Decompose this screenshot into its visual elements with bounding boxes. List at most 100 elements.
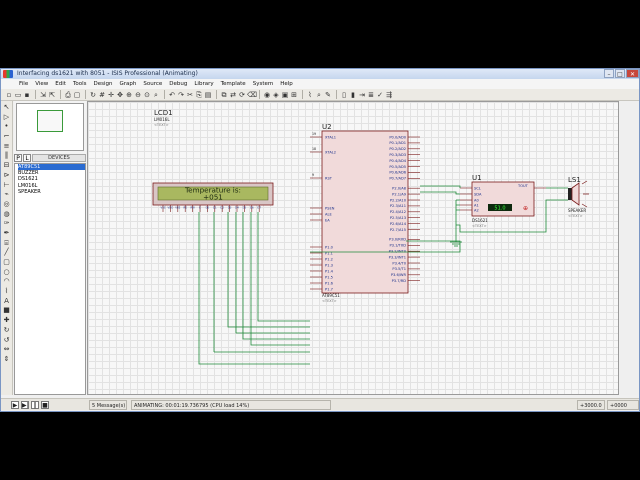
- junction-icon[interactable]: •: [3, 122, 11, 131]
- menu-tools[interactable]: Tools: [73, 79, 87, 89]
- remove-sheet-icon[interactable]: ▮: [349, 91, 357, 99]
- schematic-canvas[interactable]: LCD1 LM016L <TEXT> Temperature is: +051 …: [87, 101, 619, 395]
- wire-label-icon[interactable]: ⌐: [3, 132, 11, 141]
- ds1621-component[interactable]: U1 SCL SDA A0A1A2 TOUT 51.0 ⊕ DS1621 <TEXT…: [460, 174, 546, 228]
- origin-icon[interactable]: ✛: [107, 91, 115, 99]
- device-pins-icon[interactable]: ⊢: [3, 181, 11, 190]
- cut-icon[interactable]: ✂: [186, 91, 194, 99]
- wire-autorouter-icon[interactable]: ⌇: [306, 91, 314, 99]
- block-move-icon[interactable]: ⇄: [229, 91, 237, 99]
- menu-help[interactable]: Help: [280, 79, 293, 89]
- make-device-icon[interactable]: ◈: [272, 91, 280, 99]
- pick-devices-button[interactable]: P: [14, 153, 22, 162]
- lcd-component[interactable]: LCD1 LM016L <TEXT> Temperature is: +051 …: [152, 109, 274, 212]
- device-item[interactable]: SPEAKER: [18, 189, 85, 195]
- new-file-icon[interactable]: ▫: [5, 91, 13, 99]
- rotate-ccw-icon[interactable]: ↺: [3, 336, 11, 345]
- new-sheet-icon[interactable]: ▯: [340, 91, 348, 99]
- voltage-probe-icon[interactable]: ✑: [3, 219, 11, 228]
- grid-icon[interactable]: #: [98, 91, 106, 99]
- menu-file[interactable]: File: [19, 79, 28, 89]
- selection-mode-icon[interactable]: ↖: [3, 103, 11, 112]
- block-copy-icon[interactable]: ⧉: [220, 91, 228, 99]
- buses-icon[interactable]: ‖: [3, 151, 11, 160]
- goto-sheet-icon[interactable]: ⇥: [358, 91, 366, 99]
- text-script-icon[interactable]: ≡: [3, 142, 11, 151]
- menu-design[interactable]: Design: [94, 79, 113, 89]
- current-probe-icon[interactable]: ✒: [3, 229, 11, 238]
- message-count[interactable]: 5 Message(s): [89, 400, 127, 410]
- rotate-cw-icon[interactable]: ↻: [3, 326, 11, 335]
- packaging-icon[interactable]: ▣: [281, 91, 289, 99]
- component-mode-icon[interactable]: ▷: [3, 113, 11, 122]
- undo-icon[interactable]: ↶: [168, 91, 176, 99]
- line-icon[interactable]: ╱: [3, 248, 11, 257]
- bill-of-materials-icon[interactable]: ≣: [367, 91, 375, 99]
- zoom-out-icon[interactable]: ⊖: [134, 91, 142, 99]
- menu-library[interactable]: Library: [194, 79, 213, 89]
- overview-view-frame[interactable]: [37, 110, 63, 132]
- step-button-icon[interactable]: ▶|: [21, 401, 29, 409]
- menu-view[interactable]: View: [35, 79, 48, 89]
- import-icon[interactable]: ⇲: [39, 91, 47, 99]
- block-delete-icon[interactable]: ⌫: [247, 91, 257, 99]
- tape-recorder-icon[interactable]: ◎: [3, 200, 11, 209]
- export-icon[interactable]: ⇱: [48, 91, 56, 99]
- maximize-button[interactable]: □: [615, 69, 625, 78]
- library-manager-button[interactable]: L: [23, 153, 31, 162]
- box-icon[interactable]: ▢: [3, 258, 11, 267]
- property-tool-icon[interactable]: ✎: [324, 91, 332, 99]
- save-icon[interactable]: ▪: [23, 91, 31, 99]
- subcircuit-icon[interactable]: ⊟: [3, 161, 11, 170]
- wire: [420, 185, 461, 188]
- erc-icon[interactable]: ✓: [376, 91, 384, 99]
- virtual-instruments-icon[interactable]: ⌸: [3, 239, 11, 248]
- menu-source[interactable]: Source: [143, 79, 162, 89]
- overview-window[interactable]: [16, 103, 84, 151]
- pan-icon[interactable]: ✥: [116, 91, 124, 99]
- arc-icon[interactable]: ◠: [3, 277, 11, 286]
- mirror-y-icon[interactable]: ⇕: [3, 355, 11, 364]
- print-icon[interactable]: ⎙: [64, 91, 72, 99]
- pause-button-icon[interactable]: ‖: [31, 401, 39, 409]
- generator-icon[interactable]: ◍: [3, 210, 11, 219]
- schematic-svg: LCD1 LM016L <TEXT> Temperature is: +051 …: [152, 109, 589, 365]
- mcu-pin-label: PSEN: [325, 206, 335, 210]
- play-button-icon[interactable]: ▶: [11, 401, 19, 409]
- sensor-adjust-button[interactable]: ⊕: [523, 205, 528, 212]
- redraw-icon[interactable]: ↻: [89, 91, 97, 99]
- zoom-area-icon[interactable]: ⌕: [152, 91, 160, 99]
- print-area-icon[interactable]: ▢: [73, 91, 81, 99]
- paste-icon[interactable]: ▤: [204, 91, 212, 99]
- mcu-pin-label: P1.5: [325, 275, 333, 279]
- mcu-component[interactable]: U2 XTAL1XTAL2RSTPSENALEEAP1.0P1.1P1.2P1.…: [310, 123, 420, 303]
- circle-icon[interactable]: ○: [3, 268, 11, 277]
- zoom-in-icon[interactable]: ⊕: [125, 91, 133, 99]
- close-button[interactable]: ✕: [626, 69, 639, 78]
- pick-device-icon[interactable]: ◉: [263, 91, 271, 99]
- mcu-pin-label: P0.7/AD7: [389, 177, 406, 181]
- decompose-icon[interactable]: ⊞: [290, 91, 298, 99]
- search-icon[interactable]: ⌕: [315, 91, 323, 99]
- menu-system[interactable]: System: [253, 79, 274, 89]
- graph-icon[interactable]: ⌁: [3, 190, 11, 199]
- redo-icon[interactable]: ↷: [177, 91, 185, 99]
- minimize-button[interactable]: –: [604, 69, 614, 78]
- block-rotate-icon[interactable]: ⟳: [238, 91, 246, 99]
- zoom-all-icon[interactable]: ⊙: [143, 91, 151, 99]
- path-icon[interactable]: ⌇: [3, 287, 11, 296]
- open-folder-icon[interactable]: ▭: [14, 91, 22, 99]
- netlist-to-ares-icon[interactable]: ⇶: [385, 91, 393, 99]
- copy-icon[interactable]: ⎘: [195, 91, 203, 99]
- terminals-icon[interactable]: ⊳: [3, 171, 11, 180]
- menu-debug[interactable]: Debug: [169, 79, 187, 89]
- marker-icon[interactable]: ✚: [3, 316, 11, 325]
- symbol-icon[interactable]: ■: [3, 306, 11, 315]
- menu-template[interactable]: Template: [221, 79, 246, 89]
- menu-edit[interactable]: Edit: [55, 79, 66, 89]
- stop-button-icon[interactable]: ■: [41, 401, 49, 409]
- menu-graph[interactable]: Graph: [120, 79, 137, 89]
- mirror-x-icon[interactable]: ⇔: [3, 345, 11, 354]
- speaker-component[interactable]: LS1 SPEAKER <TEXT>: [568, 176, 589, 218]
- text-icon[interactable]: A: [3, 297, 11, 306]
